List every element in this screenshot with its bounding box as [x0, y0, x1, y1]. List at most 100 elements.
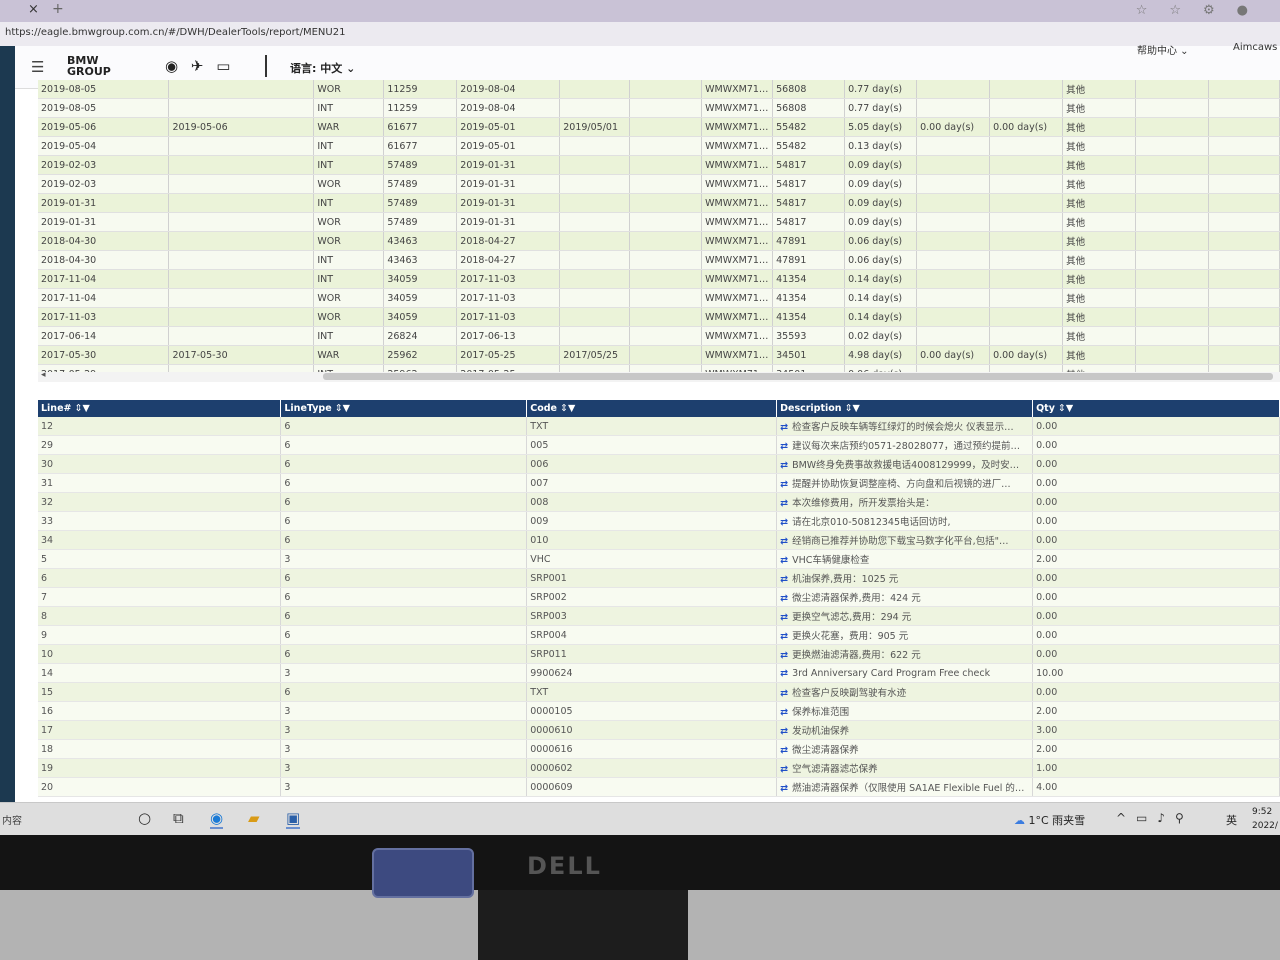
transfer-icon[interactable]: ⇄: [780, 517, 788, 528]
transfer-icon[interactable]: ⇄: [780, 555, 788, 566]
transfer-icon[interactable]: ⇄: [780, 745, 788, 756]
table-row[interactable]: 2019-02-03 INT 57489 2019-01-31 WMWXM71… 5481…: [38, 155, 1280, 175]
column-header[interactable]: Qty ⇕▼: [1032, 400, 1280, 417]
horizontal-scrollbar[interactable]: ◂: [38, 370, 1280, 382]
table-cell: 34059: [383, 288, 458, 308]
table-row[interactable]: 20 3 0000609 ⇄ 燃油滤清器保养（仅限使用 SA1AE Flexible F…: [38, 777, 1280, 797]
transfer-icon[interactable]: ⇄: [780, 707, 788, 718]
history-grid: 2019-08-05 WOR 11259 2019-08-04 WMWXM71… 5680…: [38, 80, 1280, 372]
scroll-left-icon[interactable]: ◂: [41, 370, 46, 380]
table-row[interactable]: 2017-06-14 INT 26824 2017-06-13 WMWXM71… 3559…: [38, 326, 1280, 346]
transfer-icon[interactable]: ⇄: [780, 650, 788, 661]
table-row[interactable]: 2018-04-30 WOR 43463 2018-04-27 WMWXM71… 4789…: [38, 231, 1280, 251]
task-view-icon[interactable]: ⧉: [173, 809, 184, 827]
sort-filter-icon[interactable]: ⇕▼: [1058, 403, 1073, 414]
table-row[interactable]: 31 6 007 ⇄ 提醒并协助恢复调整座椅、方向盘和后视镜的进厂… 0.00: [38, 473, 1280, 493]
sort-filter-icon[interactable]: ⇕▼: [74, 403, 89, 414]
transfer-icon[interactable]: ⇄: [780, 668, 788, 679]
sort-filter-icon[interactable]: ⇕▼: [335, 403, 350, 414]
menu-icon[interactable]: ☰: [31, 58, 44, 76]
table-row[interactable]: 2017-05-30 2017-05-30 WAR 25962 2017-05-25 20…: [38, 345, 1280, 365]
transfer-icon[interactable]: ⇄: [780, 764, 788, 775]
transfer-icon[interactable]: ⇄: [780, 479, 788, 490]
table-row[interactable]: 29 6 005 ⇄ 建议每次来店预约0571-28028077，通过预约提前… 0.00: [38, 435, 1280, 455]
table-row[interactable]: 7 6 SRP002 ⇄ 微尘滤清器保养,费用：424 元 0.00: [38, 587, 1280, 607]
table-row[interactable]: 2019-08-05 INT 11259 2019-08-04 WMWXM71… 5680…: [38, 98, 1280, 118]
table-cell: [989, 212, 1064, 232]
weather-widget[interactable]: ☁ 1°C 雨夹雪: [1014, 812, 1085, 828]
table-row[interactable]: 2019-08-05 WOR 11259 2019-08-04 WMWXM71… 5680…: [38, 80, 1280, 99]
table-row[interactable]: 15 6 TXT ⇄ 检查客户反映副驾驶有水迹 0.00: [38, 682, 1280, 702]
table-row[interactable]: 10 6 SRP011 ⇄ 更换燃油滤清器,费用：622 元 0.00: [38, 644, 1280, 664]
table-row[interactable]: 33 6 009 ⇄ 请在北京010-50812345电话回访时, 0.00: [38, 511, 1280, 531]
language-selector[interactable]: 语言: 中文 ⌄: [290, 60, 355, 76]
cortana-icon[interactable]: ○: [138, 809, 151, 827]
transfer-icon[interactable]: ⇄: [780, 574, 788, 585]
transfer-icon[interactable]: ⇄: [780, 593, 788, 604]
transfer-icon[interactable]: ⇄: [780, 441, 788, 452]
table-row[interactable]: 2017-11-03 WOR 34059 2017-11-03 WMWXM71… 4135…: [38, 307, 1280, 327]
transfer-icon[interactable]: ⇄: [780, 783, 788, 794]
table-row[interactable]: 2019-01-31 INT 57489 2019-01-31 WMWXM71… 5481…: [38, 193, 1280, 213]
transfer-icon[interactable]: ⇄: [780, 422, 788, 433]
url-text[interactable]: https://eagle.bmwgroup.com.cn/#/DWH/Deal…: [5, 27, 345, 38]
address-bar[interactable]: https://eagle.bmwgroup.com.cn/#/DWH/Deal…: [0, 22, 1280, 47]
transfer-icon[interactable]: ⇄: [780, 460, 788, 471]
table-row[interactable]: 5 3 VHC ⇄ VHC车辆健康检查 2.00: [38, 549, 1280, 569]
column-header[interactable]: Line# ⇕▼: [38, 400, 282, 417]
table-cell: 其他: [1062, 174, 1137, 194]
transfer-icon[interactable]: ⇄: [780, 536, 788, 547]
table-row[interactable]: 16 3 0000105 ⇄ 保养标准范围 2.00: [38, 701, 1280, 721]
table-row[interactable]: 9 6 SRP004 ⇄ 更换火花塞，费用：905 元 0.00: [38, 625, 1280, 645]
table-row[interactable]: 6 6 SRP001 ⇄ 机油保养,费用：1025 元 0.00: [38, 568, 1280, 588]
new-tab-icon[interactable]: +: [52, 1, 64, 17]
sort-filter-icon[interactable]: ⇕▼: [560, 403, 575, 414]
table-row[interactable]: 34 6 010 ⇄ 经销商已推荐并协助您下载宝马数字化平台,包括"… 0.00: [38, 530, 1280, 550]
table-row[interactable]: 2018-04-30 INT 43463 2018-04-27 WMWXM71… 4789…: [38, 250, 1280, 270]
scrollbar-thumb[interactable]: [323, 373, 1273, 380]
table-row[interactable]: 32 6 008 ⇄ 本次维修费用，所开发票抬头是： 0.00: [38, 492, 1280, 512]
input-method-indicator[interactable]: 英: [1226, 812, 1237, 828]
table-row[interactable]: 30 6 006 ⇄ BMW终身免费事故救援电话4008129999，及时安… 0.00: [38, 454, 1280, 474]
table-row[interactable]: 2019-05-06 2019-05-06 WAR 61677 2019-05-01 20…: [38, 117, 1280, 137]
description-text: 保养标准范围: [792, 707, 850, 718]
table-row[interactable]: 12 6 TXT ⇄ 检查客户反映车辆等红绿灯的时候会熄火 仪表显示… 0.00: [38, 417, 1280, 436]
table-row[interactable]: 2017-05-29 INT259622017-05-25 WMWXM71…3450…: [38, 364, 1280, 372]
table-cell: [989, 193, 1064, 213]
table-row[interactable]: 17 3 0000610 ⇄ 发动机油保养 3.00: [38, 720, 1280, 740]
table-cell: 0.00: [1032, 625, 1280, 645]
sort-filter-icon[interactable]: ⇕▼: [845, 403, 860, 414]
edge-browser-icon[interactable]: ◉: [210, 809, 224, 829]
table-cell: [916, 212, 991, 232]
column-header[interactable]: Description ⇕▼: [776, 400, 1034, 417]
help-center-link[interactable]: 帮助中心 ⌄: [1137, 42, 1189, 57]
table-cell: WAR: [313, 117, 385, 137]
table-row[interactable]: 2019-02-03 WOR 57489 2019-01-31 WMWXM71… 5481…: [38, 174, 1280, 194]
file-explorer-icon[interactable]: ▰: [248, 809, 260, 827]
table-cell: 2019-01-31: [456, 174, 561, 194]
browser-toolbar-icons[interactable]: ☆☆⚙●: [1136, 3, 1270, 18]
table-row[interactable]: 2019-01-31 WOR 57489 2019-01-31 WMWXM71… 5481…: [38, 212, 1280, 232]
table-row[interactable]: 8 6 SRP003 ⇄ 更换空气滤芯,费用：294 元 0.00: [38, 606, 1280, 626]
taskbar-clock[interactable]: 9:52 2022/: [1252, 805, 1278, 833]
table-row[interactable]: 14 3 9900624 ⇄ 3rd Anniversary Card Program …: [38, 663, 1280, 683]
transfer-icon[interactable]: ⇄: [780, 631, 788, 642]
system-tray-icons[interactable]: ^▭♪⚲: [1116, 811, 1194, 825]
column-header[interactable]: Code ⇕▼: [526, 400, 778, 417]
table-row[interactable]: 19 3 0000602 ⇄ 空气滤清器滤芯保养 1.00: [38, 758, 1280, 778]
table-cell: ⇄ 更换空气滤芯,费用：294 元: [776, 606, 1034, 626]
column-header[interactable]: LineType ⇕▼: [280, 400, 528, 417]
transfer-icon[interactable]: ⇄: [780, 688, 788, 699]
table-row[interactable]: 2019-05-04 INT 61677 2019-05-01 WMWXM71… 5548…: [38, 136, 1280, 156]
table-row[interactable]: 2017-11-04 WOR 34059 2017-11-03 WMWXM71… 4135…: [38, 288, 1280, 308]
taskbar-search[interactable]: 内容: [2, 812, 22, 827]
close-tab-icon[interactable]: ×: [28, 2, 39, 17]
table-row[interactable]: 2017-11-04 INT 34059 2017-11-03 WMWXM71… 4135…: [38, 269, 1280, 289]
user-menu[interactable]: Aimcaws: [1233, 42, 1277, 53]
table-row[interactable]: 18 3 0000616 ⇄ 微尘滤清器保养 2.00: [38, 739, 1280, 759]
transfer-icon[interactable]: ⇄: [780, 498, 788, 509]
transfer-icon[interactable]: ⇄: [780, 726, 788, 737]
table-cell: 0.00 day(s): [989, 117, 1064, 137]
transfer-icon[interactable]: ⇄: [780, 612, 788, 623]
app-window-icon[interactable]: ▣: [286, 809, 301, 829]
